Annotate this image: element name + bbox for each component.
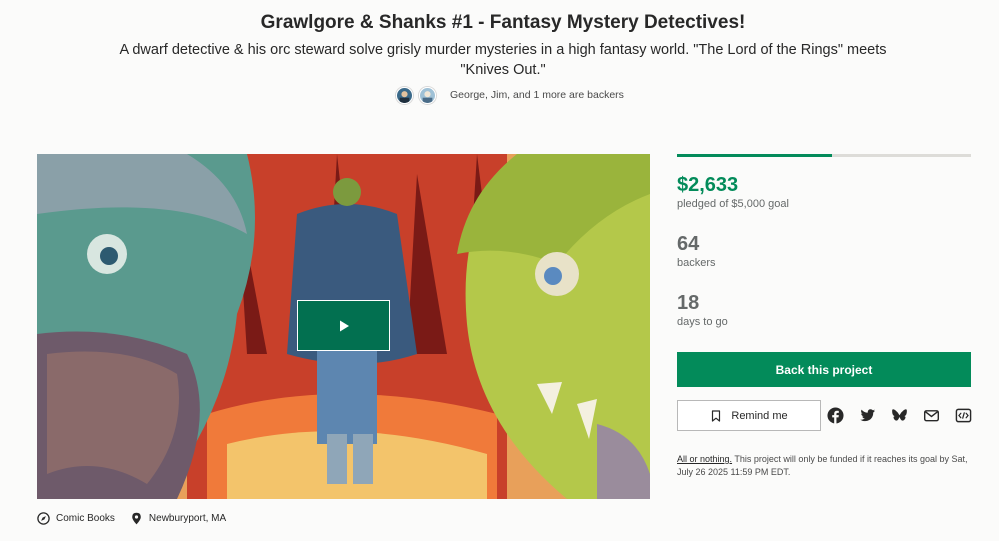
pledged-stat: $2,633 pledged of $5,000 goal <box>677 173 789 210</box>
bookmark-icon <box>712 409 721 422</box>
facebook-icon[interactable] <box>826 406 844 424</box>
days-label: days to go <box>677 316 728 328</box>
twitter-icon[interactable] <box>858 406 876 424</box>
bluesky-icon[interactable] <box>890 406 908 424</box>
friend-backers[interactable]: George, Jim, and 1 more are backers <box>396 86 624 104</box>
project-video[interactable] <box>37 154 650 499</box>
category-link[interactable]: Comic Books <box>37 512 115 525</box>
project-meta: Comic Books Newburyport, MA <box>37 512 241 525</box>
backers-count: 64 <box>677 233 700 255</box>
backers-label: backers <box>677 257 716 269</box>
back-project-button[interactable]: Back this project <box>677 352 971 387</box>
friend-backers-text: George, Jim, and 1 more are backers <box>450 89 624 101</box>
share-icons <box>826 406 986 424</box>
pledged-label: pledged of $5,000 goal <box>677 198 789 210</box>
email-icon[interactable] <box>922 406 940 424</box>
remind-me-label: Remind me <box>731 409 788 422</box>
location-pin-icon <box>132 512 141 525</box>
play-button[interactable] <box>297 300 390 351</box>
embed-icon[interactable] <box>954 406 972 424</box>
all-or-nothing-notice: All or nothing. This project will only b… <box>677 453 972 479</box>
pledged-amount: $2,633 <box>677 174 739 196</box>
project-blurb: A dwarf detective & his orc steward solv… <box>119 42 887 78</box>
funding-progress-fill <box>677 154 832 157</box>
backers-stat: 64 backers <box>677 232 716 269</box>
funding-progress-bar <box>677 154 971 157</box>
location-link[interactable]: Newburyport, MA <box>130 512 226 525</box>
days-count: 18 <box>677 292 700 314</box>
all-or-nothing-link[interactable]: All or nothing. <box>677 454 732 464</box>
days-stat: 18 days to go <box>677 291 728 328</box>
compass-icon <box>37 512 50 525</box>
avatar-george <box>396 86 413 104</box>
project-title: Grawlgore & Shanks #1 - Fantasy Mystery … <box>260 12 746 33</box>
play-icon <box>339 320 349 331</box>
remind-me-button[interactable]: Remind me <box>677 400 821 431</box>
location-label: Newburyport, MA <box>148 513 227 524</box>
avatar-jim <box>419 86 436 104</box>
category-label: Comic Books <box>56 513 115 524</box>
